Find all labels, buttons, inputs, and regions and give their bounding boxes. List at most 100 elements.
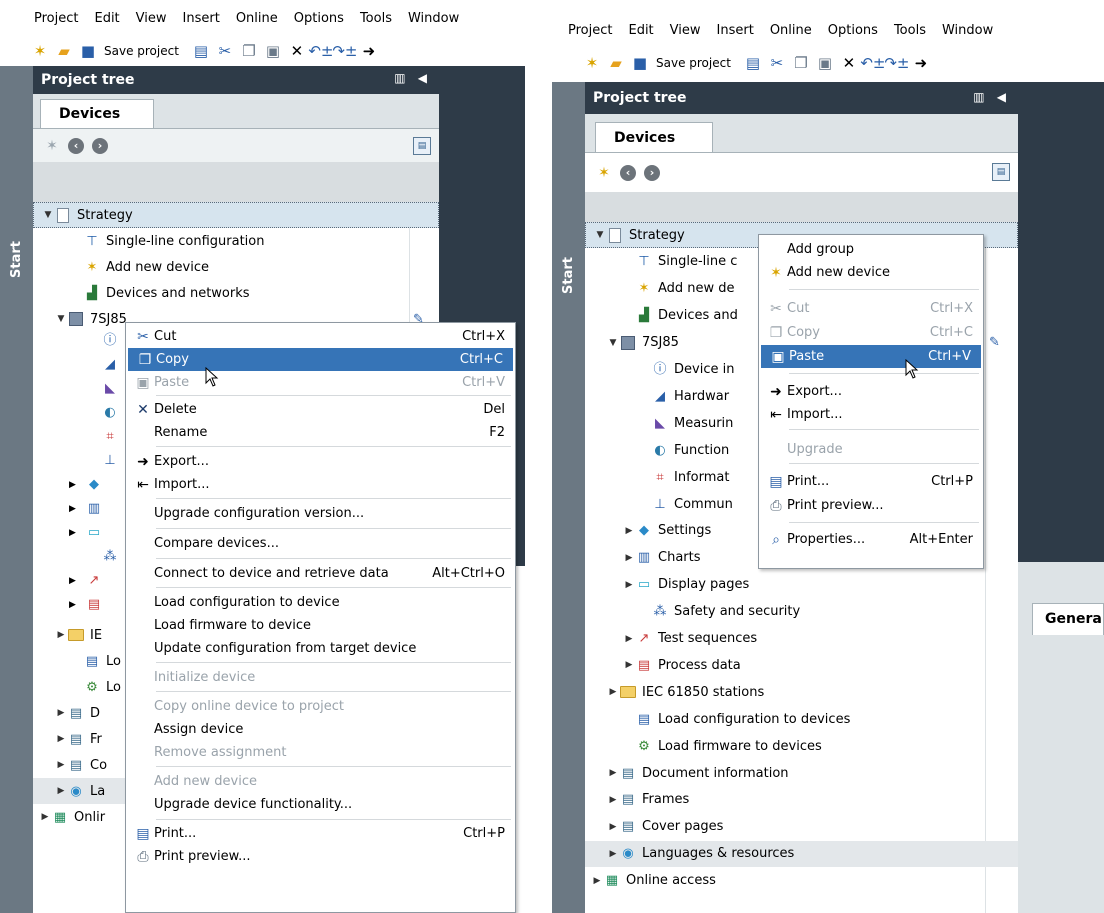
- tree-item-display-pages[interactable]: ▶ ▭ Display pages: [585, 572, 1018, 598]
- menu-window[interactable]: Window: [942, 23, 993, 38]
- edit-pencil-icon[interactable]: ✎: [989, 335, 1000, 350]
- collapsed-arrow-icon[interactable]: ▶: [55, 786, 67, 796]
- menu-tools[interactable]: Tools: [360, 11, 392, 26]
- collapsed-arrow-icon[interactable]: ▶: [55, 708, 67, 718]
- back-icon[interactable]: ‹: [619, 164, 637, 182]
- undo-icon[interactable]: ↶±: [308, 41, 333, 61]
- forward-icon[interactable]: ›: [91, 137, 109, 155]
- tree-item-safety-and-security[interactable]: ⁂ Safety and security: [585, 599, 1018, 625]
- compile-icon[interactable]: ➜: [911, 53, 931, 73]
- menu-tools[interactable]: Tools: [894, 23, 926, 38]
- tab-devices[interactable]: Devices: [40, 99, 154, 128]
- menu-item-export[interactable]: ➜ Export...: [759, 380, 983, 403]
- collapsed-arrow-icon[interactable]: ▶: [39, 812, 51, 822]
- menu-item-load-configuration-to-device[interactable]: Load configuration to device: [126, 591, 515, 614]
- menu-item-print[interactable]: ▤ Print... Ctrl+P: [126, 822, 515, 845]
- menu-item-assign-device[interactable]: Assign device: [126, 718, 515, 741]
- collapsed-arrow-icon[interactable]: ▶: [55, 760, 67, 770]
- collapsed-arrow-icon[interactable]: ▶: [591, 876, 603, 886]
- redo-icon[interactable]: ↷±: [884, 53, 909, 73]
- new-group-icon[interactable]: ✶: [43, 137, 61, 155]
- menu-item-export[interactable]: ➜ Export...: [126, 450, 515, 473]
- menu-insert[interactable]: Insert: [183, 11, 220, 26]
- save-icon[interactable]: ■: [78, 41, 98, 61]
- start-strip[interactable]: Start: [0, 66, 33, 913]
- forward-icon[interactable]: ›: [643, 164, 661, 182]
- tree-item-single-line-configuration[interactable]: ⊤ Single-line configuration: [33, 228, 439, 254]
- tree-item-strategy[interactable]: ▼ Strategy: [33, 202, 439, 228]
- redo-icon[interactable]: ↷±: [332, 41, 357, 61]
- overview-icon[interactable]: ▤: [413, 137, 431, 155]
- delete-icon[interactable]: ✕: [839, 53, 859, 73]
- tree-item-cover-pages[interactable]: ▶ ▤ Cover pages: [585, 814, 1018, 840]
- paste-icon[interactable]: ▣: [815, 53, 835, 73]
- collapsed-arrow-icon[interactable]: ▶: [623, 526, 635, 536]
- expanded-arrow-icon[interactable]: ▼: [55, 314, 67, 324]
- pane-collapse-icon[interactable]: ▥ ◀: [394, 71, 431, 85]
- delete-icon[interactable]: ✕: [287, 41, 307, 61]
- collapsed-arrow-icon[interactable]: ▶: [69, 528, 76, 538]
- tree-item-languages-resources[interactable]: ▶ ◉ Languages & resources: [585, 840, 1018, 867]
- menu-item-upgrade-configuration-version[interactable]: Upgrade configuration version...: [126, 502, 515, 525]
- save-icon[interactable]: ■: [630, 53, 650, 73]
- menu-item-rename[interactable]: Rename F2: [126, 421, 515, 444]
- menu-item-upgrade-device-functionality[interactable]: Upgrade device functionality...: [126, 793, 515, 816]
- start-strip[interactable]: Start: [552, 82, 585, 913]
- menu-window[interactable]: Window: [408, 11, 459, 26]
- collapsed-arrow-icon[interactable]: ▶: [607, 795, 619, 805]
- collapsed-arrow-icon[interactable]: ▶: [55, 734, 67, 744]
- collapsed-arrow-icon[interactable]: ▶: [55, 630, 67, 640]
- menu-project[interactable]: Project: [568, 23, 612, 38]
- menu-options[interactable]: Options: [294, 11, 344, 26]
- menu-view[interactable]: View: [670, 23, 701, 38]
- tree-item-add-new-device[interactable]: ✶ Add new device: [33, 254, 439, 280]
- tree-item-load-firmware-to-devices[interactable]: ⚙ Load firmware to devices: [585, 733, 1018, 759]
- expanded-arrow-icon[interactable]: ▼: [594, 230, 606, 240]
- collapsed-arrow-icon[interactable]: ▶: [69, 480, 76, 490]
- expanded-arrow-icon[interactable]: ▼: [607, 338, 619, 348]
- menu-item-print-preview[interactable]: ⎙ Print preview...: [759, 494, 983, 517]
- menu-item-add-group[interactable]: Add group: [759, 238, 983, 261]
- menu-online[interactable]: Online: [236, 11, 278, 26]
- tree-item-iec-61850-stations[interactable]: ▶ IEC 61850 stations: [585, 679, 1018, 705]
- menu-item-print-preview[interactable]: ⎙ Print preview...: [126, 845, 515, 868]
- cut-icon[interactable]: ✂: [215, 41, 235, 61]
- menu-item-add-new-device[interactable]: ✶ Add new device: [759, 261, 983, 284]
- menu-view[interactable]: View: [136, 11, 167, 26]
- collapsed-arrow-icon[interactable]: ▶: [623, 634, 635, 644]
- menu-online[interactable]: Online: [770, 23, 812, 38]
- menu-item-import[interactable]: ⇤ Import...: [759, 403, 983, 426]
- menu-item-update-configuration-from-target-device[interactable]: Update configuration from target device: [126, 637, 515, 660]
- tree-item-process-data[interactable]: ▶ ▤ Process data: [585, 652, 1018, 678]
- open-project-icon[interactable]: ▰: [54, 41, 74, 61]
- open-project-icon[interactable]: ▰: [606, 53, 626, 73]
- undo-icon[interactable]: ↶±: [860, 53, 885, 73]
- tree-item-document-information[interactable]: ▶ ▤ Document information: [585, 760, 1018, 786]
- collapsed-arrow-icon[interactable]: ▶: [607, 687, 619, 697]
- print-icon[interactable]: ▤: [191, 41, 211, 61]
- menu-options[interactable]: Options: [828, 23, 878, 38]
- menu-item-load-firmware-to-device[interactable]: Load firmware to device: [126, 614, 515, 637]
- menu-edit[interactable]: Edit: [94, 11, 119, 26]
- copy-icon[interactable]: ❐: [239, 41, 259, 61]
- paste-icon[interactable]: ▣: [263, 41, 283, 61]
- tree-item-online-access[interactable]: ▶ ▦ Online access: [585, 868, 1018, 894]
- cut-icon[interactable]: ✂: [767, 53, 787, 73]
- new-group-icon[interactable]: ✶: [595, 164, 613, 182]
- overview-icon[interactable]: ▤: [992, 163, 1010, 181]
- expanded-arrow-icon[interactable]: ▼: [42, 210, 54, 220]
- menu-edit[interactable]: Edit: [628, 23, 653, 38]
- tree-item-test-sequences[interactable]: ▶ ↗ Test sequences: [585, 626, 1018, 652]
- save-project-button[interactable]: Save project: [656, 56, 731, 70]
- back-icon[interactable]: ‹: [67, 137, 85, 155]
- print-icon[interactable]: ▤: [743, 53, 763, 73]
- menu-item-properties[interactable]: ⌕ Properties... Alt+Enter: [759, 528, 983, 551]
- collapsed-arrow-icon[interactable]: ▶: [607, 849, 619, 859]
- menu-item-copy[interactable]: ❐ Copy Ctrl+C: [128, 348, 513, 371]
- collapsed-arrow-icon[interactable]: ▶: [69, 600, 76, 610]
- collapsed-arrow-icon[interactable]: ▶: [623, 580, 635, 590]
- collapsed-arrow-icon[interactable]: ▶: [607, 822, 619, 832]
- menu-item-paste[interactable]: ▣ Paste Ctrl+V: [761, 345, 981, 368]
- new-project-icon[interactable]: ✶: [582, 53, 602, 73]
- compile-icon[interactable]: ➜: [359, 41, 379, 61]
